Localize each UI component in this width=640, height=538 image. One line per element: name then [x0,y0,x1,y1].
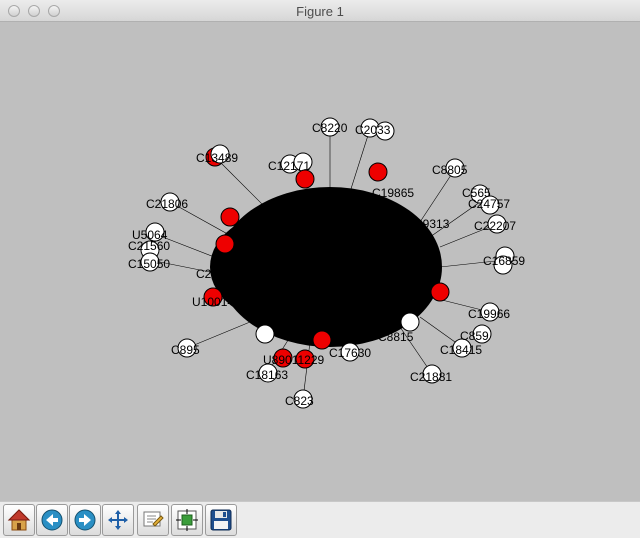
navigation-toolbar [0,501,640,538]
forward-button[interactable] [69,504,101,536]
node-label: C859 [460,329,489,343]
node-label: C19966 [468,307,510,321]
node-label: C17630 [329,346,371,360]
pan-button[interactable] [102,504,134,536]
zoom-rect-icon [143,511,164,527]
node-label: C21605 [196,267,238,281]
node-label: C22207 [474,219,516,233]
move-icon [108,510,128,530]
window-title: Figure 1 [296,4,344,19]
graph-node [220,207,240,227]
back-arrow-icon [41,509,63,531]
node-label: C18415 [440,343,482,357]
node-label: C895 [171,343,200,357]
node-label: C13489 [196,151,238,165]
node-label: C21806 [146,197,188,211]
zoom-button[interactable] [137,504,169,536]
graph-node [368,162,388,182]
graph-node [400,312,420,332]
node-label: C9313 [414,217,450,231]
subplots-button[interactable] [171,504,203,536]
window-titlebar: Figure 1 [0,0,640,22]
back-button[interactable] [36,504,68,536]
home-button[interactable] [3,504,35,536]
save-button[interactable] [205,504,237,536]
forward-arrow-icon [74,509,96,531]
node-label: C16859 [483,254,525,268]
node-label: C823 [285,394,314,408]
node-label: C21881 [410,370,452,384]
figure-canvas[interactable]: C8220 C2033 C13489 C12171 C21806 U5064 C… [0,22,640,501]
network-graph: C8220 C2033 C13489 C12171 C21806 U5064 C… [128,117,525,409]
home-icon [7,509,31,531]
node-label: C8815 [378,330,414,344]
node-label: C21560 [128,239,170,253]
graph-node [255,324,275,344]
graph-node [215,234,235,254]
node-label: C2033 [355,123,391,137]
node-label: C19865 [372,186,414,200]
node-label: U10014 [192,295,234,309]
node-label: C565 [462,186,491,200]
node-label: C8805 [432,163,468,177]
save-icon [210,509,232,531]
graph-node [430,282,450,302]
node-label: C12171 [268,159,310,173]
node-label: C15050 [128,257,170,271]
node-label: C8220 [312,121,348,135]
node-label: U89011229 [263,353,324,367]
node-label: C18163 [246,368,288,382]
subplots-icon [176,509,198,531]
